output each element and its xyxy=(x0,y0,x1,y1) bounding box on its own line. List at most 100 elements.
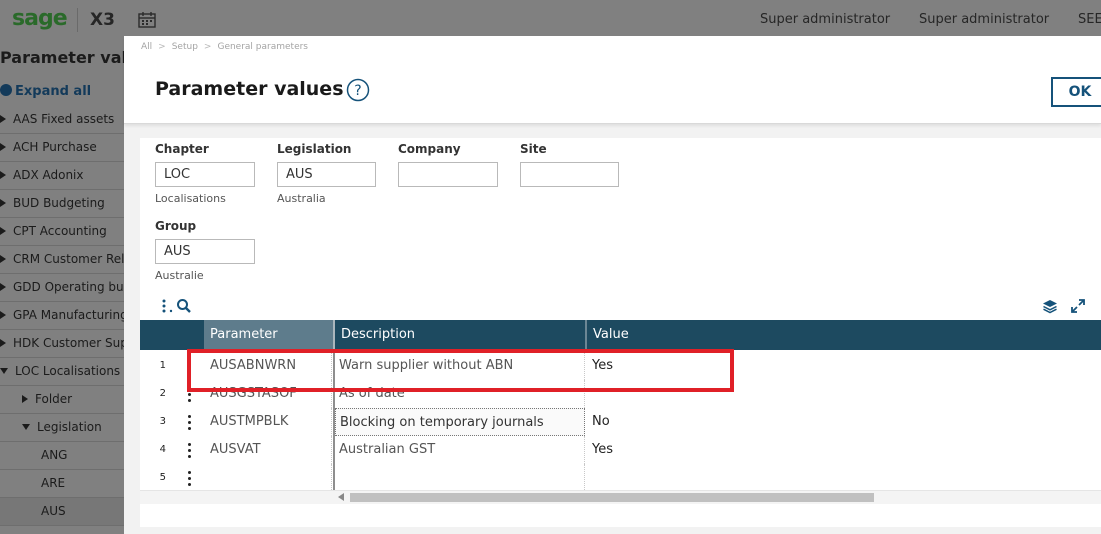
column-header-value[interactable]: Value xyxy=(587,320,1101,350)
highlight-annotation xyxy=(187,349,734,392)
left-navigation: Parameter values Expand all AAS Fixed as… xyxy=(0,40,124,534)
search-icon[interactable] xyxy=(176,298,192,314)
chevron-right-icon: > xyxy=(203,42,212,52)
cell-description[interactable]: Australian GST xyxy=(335,436,585,464)
cell-value[interactable] xyxy=(588,464,788,492)
table-row[interactable]: 3 AUSTMPBLK Blocking on temporary journa… xyxy=(140,408,1101,436)
scrollbar-thumb[interactable] xyxy=(350,493,874,502)
expand-arrow-icon xyxy=(0,339,6,347)
nav-item-label: AUS xyxy=(41,504,66,518)
cell-value[interactable]: No xyxy=(588,408,788,436)
nav-item-ang[interactable]: ANG xyxy=(0,442,124,470)
chapter-description: Localisations xyxy=(155,192,226,205)
nav-item-gpa[interactable]: GPA Manufacturing xyxy=(0,302,124,330)
chapter-field[interactable]: LOC xyxy=(155,162,255,187)
nav-item-crm[interactable]: CRM Customer Relations xyxy=(0,246,124,274)
row-number: 2 xyxy=(159,388,166,399)
nav-item-loc[interactable]: LOC Localisations xyxy=(0,358,124,386)
horizontal-scrollbar[interactable] xyxy=(140,490,1101,504)
nav-item-folder[interactable]: Folder xyxy=(0,386,124,414)
company-field[interactable] xyxy=(398,162,498,187)
nav-item-label: ADX Adonix xyxy=(13,168,84,182)
expand-arrow-icon xyxy=(0,199,6,207)
expand-arrow-icon xyxy=(0,143,6,151)
folder-menu[interactable]: SEED xyxy=(1078,12,1101,27)
expand-icon[interactable] xyxy=(1070,298,1086,314)
nav-item-label: GPA Manufacturing xyxy=(13,308,124,322)
nav-item-label: BUD Budgeting xyxy=(13,196,105,210)
breadcrumb-general-parameters[interactable]: General parameters xyxy=(217,42,308,52)
sage-logo: sage xyxy=(12,6,68,31)
nav-item-label: ANG xyxy=(41,448,68,462)
nav-item-cpt[interactable]: CPT Accounting xyxy=(0,218,124,246)
breadcrumb-setup[interactable]: Setup xyxy=(172,42,198,52)
group-field[interactable]: AUS xyxy=(155,239,255,264)
logo-divider xyxy=(77,8,78,32)
nav-item-label: LOC Localisations xyxy=(15,364,121,378)
parameter-values-dialog: All > Setup > General parameters Parameter v… xyxy=(124,36,1101,534)
collapse-arrow-icon xyxy=(22,424,30,430)
table-row[interactable]: 5 xyxy=(140,464,1101,492)
collapse-arrow-icon xyxy=(0,368,8,374)
expand-arrow-icon xyxy=(0,171,6,179)
expand-all-button[interactable]: Expand all xyxy=(0,84,91,99)
breadcrumb: All > Setup > General parameters xyxy=(141,42,308,52)
legislation-label: Legislation xyxy=(277,142,352,156)
nav-item-ach[interactable]: ACH Purchase xyxy=(0,134,124,162)
page-title: Parameter values xyxy=(155,78,344,100)
site-label: Site xyxy=(520,142,547,156)
dialog-header: All > Setup > General parameters Parameter v… xyxy=(124,36,1101,124)
table-row[interactable]: 4 AUSVAT Australian GST Yes xyxy=(140,436,1101,464)
user-menu-1[interactable]: Super administrator xyxy=(760,12,890,27)
row-menu-icon[interactable] xyxy=(178,471,202,487)
cell-parameter[interactable]: AUSTMPBLK xyxy=(206,408,332,436)
site-field[interactable] xyxy=(520,162,619,187)
top-bar: sage X3 Super administrator Super admini… xyxy=(0,0,1101,40)
legislation-description: Australia xyxy=(277,192,326,205)
expand-arrow-icon xyxy=(0,283,6,291)
row-menu-icon[interactable] xyxy=(178,415,202,431)
product-name: X3 xyxy=(90,10,115,30)
nav-item-label: AAS Fixed assets xyxy=(13,112,115,126)
ok-button[interactable]: OK xyxy=(1051,77,1101,107)
cell-parameter[interactable] xyxy=(206,464,332,492)
nav-item-gdd[interactable]: GDD Operating budgets xyxy=(0,274,124,302)
cell-parameter[interactable]: AUSVAT xyxy=(206,436,332,464)
nav-item-hdk[interactable]: HDK Customer Support xyxy=(0,330,124,358)
calendar-icon[interactable] xyxy=(138,11,156,28)
cell-description[interactable] xyxy=(335,464,585,492)
nav-item-label: ARE xyxy=(41,476,66,490)
grid-header: Parameter Description Value xyxy=(140,320,1101,350)
nav-item-are[interactable]: ARE xyxy=(0,470,124,498)
legislation-field[interactable]: AUS xyxy=(277,162,376,187)
help-icon[interactable]: ? xyxy=(346,78,370,102)
row-number: 5 xyxy=(159,472,166,483)
nav-item-legislation[interactable]: Legislation xyxy=(0,414,124,442)
expand-arrow-icon xyxy=(0,311,6,319)
layers-icon[interactable] xyxy=(1042,298,1058,314)
nav-item-bud[interactable]: BUD Budgeting xyxy=(0,190,124,218)
user-menu-2[interactable]: Super administrator xyxy=(919,12,1049,27)
group-description: Australie xyxy=(155,269,204,282)
row-number: 1 xyxy=(159,360,166,371)
breadcrumb-all[interactable]: All xyxy=(141,42,152,52)
cell-value[interactable]: Yes xyxy=(588,436,788,464)
svg-text:?: ? xyxy=(354,83,361,99)
nav-item-aas[interactable]: AAS Fixed assets xyxy=(0,106,124,134)
nav-item-adx[interactable]: ADX Adonix xyxy=(0,162,124,190)
nav-item-label: Legislation xyxy=(37,420,102,434)
nav-item-label: CRM Customer Relations xyxy=(13,252,124,266)
column-header-description[interactable]: Description xyxy=(335,320,585,350)
grid-options-icon[interactable] xyxy=(160,298,176,314)
nav-item-aus[interactable]: AUS xyxy=(0,498,124,526)
column-header-parameter[interactable]: Parameter xyxy=(204,320,333,350)
nav-item-label: Folder xyxy=(35,392,73,406)
row-menu-icon[interactable] xyxy=(178,443,202,459)
expand-all-label: Expand all xyxy=(15,84,92,99)
nav-item-label: CPT Accounting xyxy=(13,224,107,238)
cell-description-focused[interactable]: Blocking on temporary journals xyxy=(335,408,585,436)
expand-arrow-icon xyxy=(22,395,28,403)
chevron-right-icon: > xyxy=(158,42,166,52)
nav-item-label: ACH Purchase xyxy=(13,140,97,154)
scroll-left-icon[interactable] xyxy=(338,493,344,501)
